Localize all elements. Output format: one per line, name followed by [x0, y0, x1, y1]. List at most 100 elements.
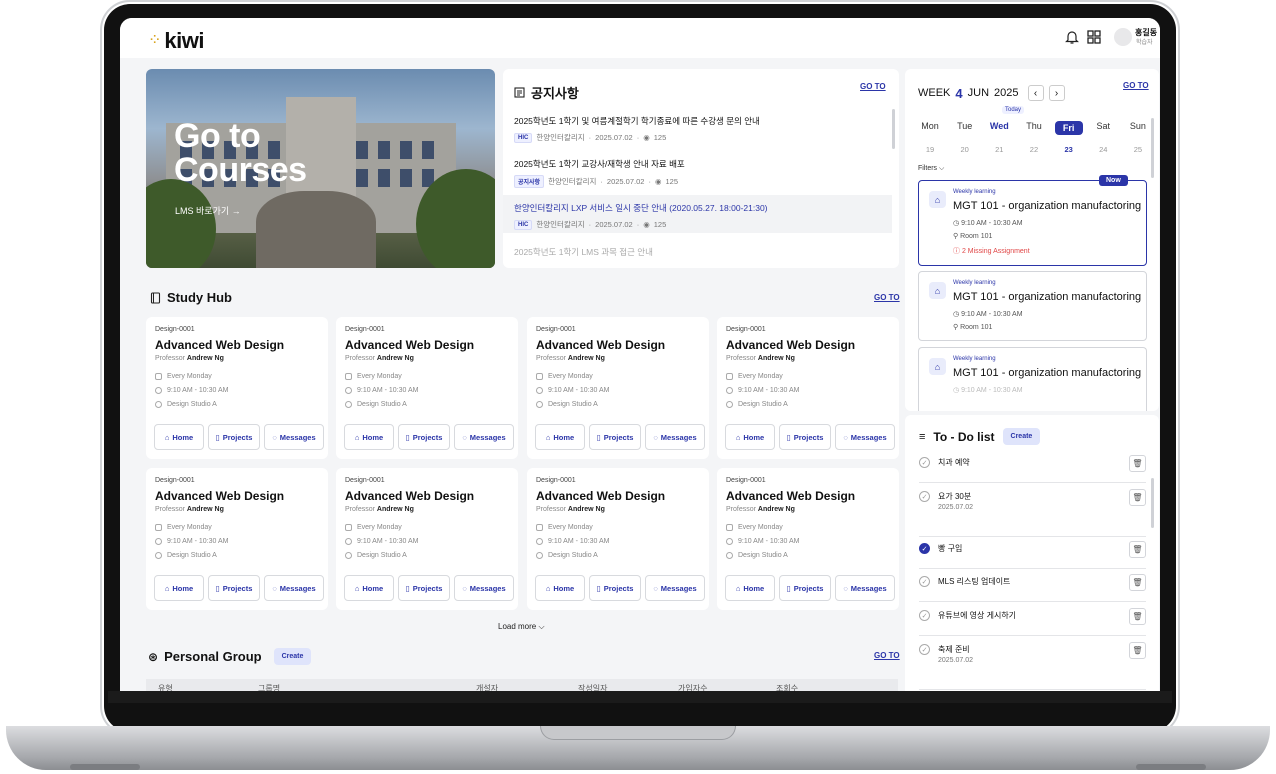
course-home-button[interactable]: ⌂ Home — [725, 424, 775, 450]
avatar[interactable] — [1114, 28, 1132, 46]
todo-item[interactable]: ✓ 빵 구입 🗑 — [919, 541, 1146, 569]
course-projects-button[interactable]: ▯ Projects — [589, 424, 641, 450]
course-messages-button[interactable]: ◌ Messages — [264, 575, 324, 601]
checkbox[interactable]: ✓ — [919, 491, 930, 502]
notice-scrollbar[interactable] — [892, 109, 895, 149]
todo-create-button[interactable]: Create — [1002, 428, 1041, 445]
trash-icon[interactable]: 🗑 — [1129, 489, 1146, 506]
clock-icon — [726, 538, 733, 545]
date-cell[interactable]: 21 — [985, 145, 1013, 154]
event-card[interactable]: ⌂ Weekly learning MGT 101 - organization… — [918, 347, 1147, 411]
study-hub-goto-link[interactable]: GO TO — [874, 293, 900, 302]
trash-icon[interactable]: 🗑 — [1129, 642, 1146, 659]
trash-icon[interactable]: 🗑 — [1129, 455, 1146, 472]
course-card[interactable]: Design-0001 Advanced Web Design Professo… — [717, 317, 899, 459]
course-home-button[interactable]: ⌂ Home — [535, 424, 585, 450]
calendar-goto-link[interactable]: GO TO — [1123, 81, 1149, 90]
day-sat[interactable]: Sat — [1089, 121, 1117, 135]
next-week-button[interactable]: › — [1048, 85, 1065, 101]
date-cell[interactable]: 19 — [916, 145, 944, 154]
course-card[interactable]: Design-0001 Advanced Web Design Professo… — [527, 317, 709, 459]
notice-goto-link[interactable]: GO TO — [860, 82, 886, 91]
course-professor: Professor Andrew Ng — [726, 355, 795, 362]
course-name: Advanced Web Design — [345, 338, 475, 352]
checkbox[interactable]: ✓ — [919, 576, 930, 587]
notice-item[interactable]: 2025학년도 1학기 교강사/재학생 안내 자료 배포 공지사항 한양인터칼리지… — [514, 158, 890, 188]
checkbox[interactable]: ✓ — [919, 644, 930, 655]
course-home-button[interactable]: ⌂ Home — [344, 424, 394, 450]
course-card[interactable]: Design-0001 Advanced Web Design Professo… — [336, 468, 518, 610]
date-cell[interactable]: 25 — [1124, 145, 1152, 154]
clock-icon — [536, 538, 543, 545]
todo-item[interactable]: ✓ 축제 준비 2025.07.02 🗑 — [919, 642, 1146, 690]
course-home-button[interactable]: ⌂ Home — [154, 575, 204, 601]
course-projects-button[interactable]: ▯ Projects — [779, 575, 831, 601]
course-home-button[interactable]: ⌂ Home — [535, 575, 585, 601]
course-messages-button[interactable]: ◌ Messages — [835, 575, 895, 601]
checkbox[interactable]: ✓ — [919, 610, 930, 621]
course-messages-button[interactable]: ◌ Messages — [645, 575, 705, 601]
todo-item[interactable]: ✓ 요가 30분 2025.07.02 🗑 — [919, 489, 1146, 537]
courses-banner[interactable]: Go to Courses LMS 바로가기 → — [146, 69, 495, 268]
todo-date: 2025.07.02 — [938, 657, 974, 664]
course-messages-button[interactable]: ◌ Messages — [835, 424, 895, 450]
todo-item[interactable]: ✓ 치과 예약 🗑 — [919, 455, 1146, 483]
course-projects-button[interactable]: ▯ Projects — [208, 575, 260, 601]
notice-item[interactable]: 2025학년도 1학기 및 여름계절학기 학기종료에 따른 수강생 문의 안내 … — [514, 115, 890, 143]
grid-menu-icon[interactable] — [1086, 29, 1102, 45]
notice-item[interactable]: 2025학년도 1학기 LMS 과목 접근 안내 — [514, 246, 890, 258]
filters-dropdown[interactable]: Filters ⌵ — [918, 165, 944, 173]
day-sun[interactable]: Sun — [1124, 121, 1152, 135]
course-messages-button[interactable]: ◌ Messages — [454, 575, 514, 601]
personal-group-goto-link[interactable]: GO TO — [874, 651, 900, 660]
day-wed[interactable]: Wed — [985, 121, 1013, 135]
kiwi-logo[interactable]: ⁘ kiwi — [148, 28, 204, 54]
checkbox[interactable]: ✓ — [919, 543, 930, 554]
group-create-button[interactable]: Create — [273, 648, 312, 665]
course-card[interactable]: Design-0001 Advanced Web Design Professo… — [146, 468, 328, 610]
course-home-button[interactable]: ⌂ Home — [154, 424, 204, 450]
course-messages-button[interactable]: ◌ Messages — [645, 424, 705, 450]
event-card[interactable]: Now ⌂ Weekly learning MGT 101 - organiza… — [918, 175, 1147, 266]
day-tue[interactable]: Tue — [951, 121, 979, 135]
course-card[interactable]: Design-0001 Advanced Web Design Professo… — [717, 468, 899, 610]
calendar-scrollbar[interactable] — [1151, 118, 1154, 178]
bell-icon[interactable] — [1064, 29, 1080, 45]
course-projects-button[interactable]: ▯ Projects — [208, 424, 260, 450]
load-more-button[interactable]: Load more ⌵ — [498, 622, 545, 632]
trash-icon[interactable]: 🗑 — [1129, 541, 1146, 558]
trash-icon[interactable]: 🗑 — [1129, 608, 1146, 625]
prev-week-button[interactable]: ‹ — [1027, 85, 1044, 101]
checkbox[interactable]: ✓ — [919, 457, 930, 468]
date-cell[interactable]: 24 — [1089, 145, 1117, 154]
course-schedule: Every Monday — [155, 524, 212, 531]
course-home-button[interactable]: ⌂ Home — [725, 575, 775, 601]
course-card[interactable]: Design-0001 Advanced Web Design Professo… — [336, 317, 518, 459]
date-cell[interactable]: 22 — [1020, 145, 1048, 154]
course-card[interactable]: Design-0001 Advanced Web Design Professo… — [146, 317, 328, 459]
day-mon[interactable]: Mon — [916, 121, 944, 135]
top-header: ⁘ kiwi 홍길동 학습자 — [120, 18, 1160, 58]
course-messages-button[interactable]: ◌ Messages — [264, 424, 324, 450]
todo-scrollbar[interactable] — [1151, 478, 1154, 528]
date-cell[interactable]: 23 — [1055, 145, 1083, 154]
course-messages-button[interactable]: ◌ Messages — [454, 424, 514, 450]
course-projects-button[interactable]: ▯ Projects — [398, 424, 450, 450]
todo-item[interactable]: ✓ 유튜브에 영상 게시하기 🗑 — [919, 608, 1146, 636]
notice-item[interactable]: 한양인터칼리지 LXP 서비스 일시 중단 안내 (2020.05.27. 18… — [514, 202, 890, 230]
lms-shortcut-link[interactable]: LMS 바로가기 → — [175, 204, 241, 217]
date-cell[interactable]: 20 — [951, 145, 979, 154]
event-card[interactable]: ⌂ Weekly learning MGT 101 - organization… — [918, 271, 1147, 341]
day-thu[interactable]: Thu — [1020, 121, 1048, 135]
course-projects-button[interactable]: ▯ Projects — [779, 424, 831, 450]
eye-icon: ◉ — [643, 220, 650, 229]
course-card[interactable]: Design-0001 Advanced Web Design Professo… — [527, 468, 709, 610]
course-projects-button[interactable]: ▯ Projects — [398, 575, 450, 601]
course-projects-button[interactable]: ▯ Projects — [589, 575, 641, 601]
chat-icon: ◌ — [462, 583, 467, 593]
trash-icon[interactable]: 🗑 — [1129, 574, 1146, 591]
todo-item[interactable]: ✓ MLS 리스팅 업데이트 🗑 — [919, 574, 1146, 602]
day-fri[interactable]: Fri — [1054, 121, 1083, 135]
course-home-button[interactable]: ⌂ Home — [344, 575, 394, 601]
clock-icon — [155, 387, 162, 394]
